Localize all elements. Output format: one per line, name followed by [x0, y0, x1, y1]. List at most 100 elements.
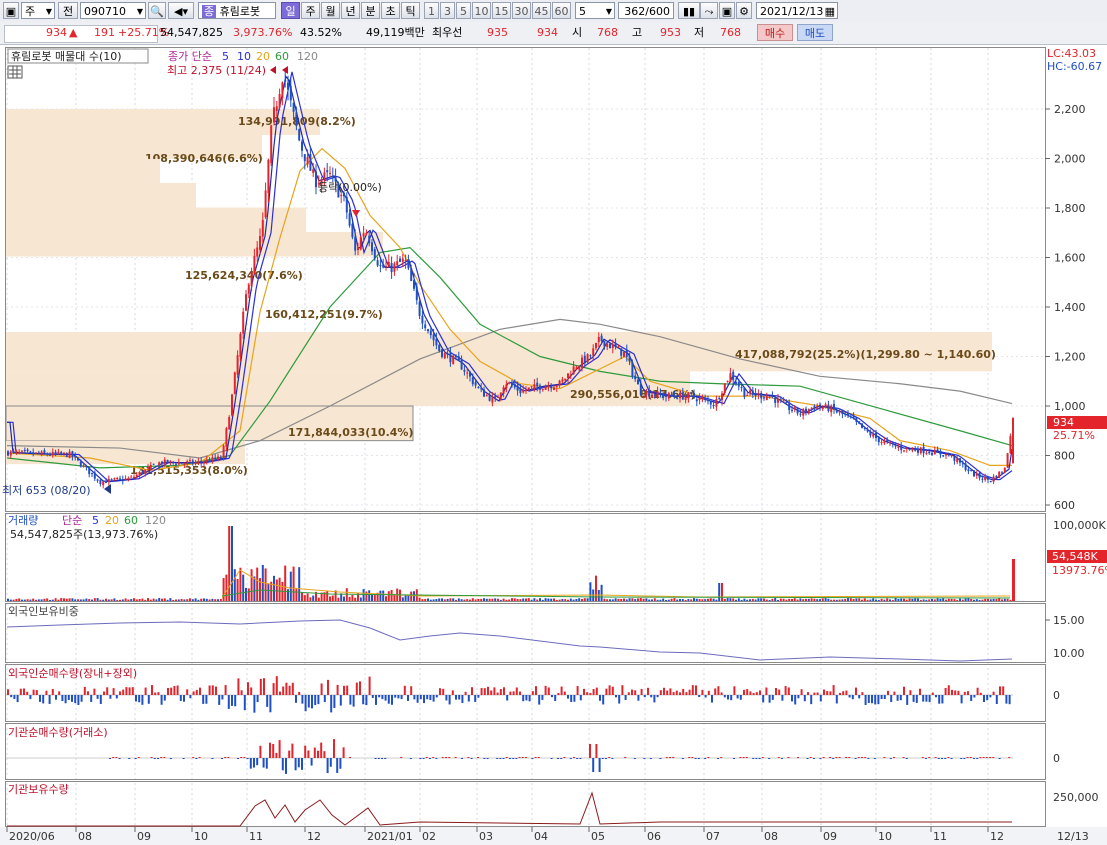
crosshair-icon[interactable]: ⤳	[700, 2, 718, 19]
calendar-icon[interactable]: ▦	[825, 3, 837, 20]
foreign-net-bar	[423, 695, 425, 704]
candle-body	[197, 460, 200, 462]
candle-body	[799, 413, 802, 415]
period-day[interactable]: 일	[281, 2, 300, 19]
interval-1[interactable]: 1	[424, 2, 439, 19]
foreign-net-bar	[973, 695, 976, 698]
interval-15[interactable]: 15	[492, 2, 511, 19]
interval-3[interactable]: 3	[440, 2, 455, 19]
volume-bar	[690, 599, 693, 601]
candle-type-icon[interactable]: ▮▮	[678, 2, 700, 19]
foreign-net-bar	[426, 695, 429, 700]
foreign-net-bar	[375, 695, 377, 705]
sell-button[interactable]: 매도	[797, 24, 833, 41]
volume-bar	[457, 598, 460, 601]
candle-body	[900, 445, 903, 450]
save-icon[interactable]: ▣	[719, 2, 735, 19]
foreign-net-bar	[93, 688, 96, 695]
foreign-net-bar	[608, 685, 611, 695]
volume-bar	[469, 599, 471, 601]
interval-10[interactable]: 10	[472, 2, 491, 19]
candle-body	[329, 173, 331, 175]
candle-body	[242, 311, 245, 334]
stock-name-badge[interactable]: 종 휴림로봇	[198, 2, 276, 19]
interval-60[interactable]: 60	[552, 2, 571, 19]
search-icon[interactable]: 🔍	[148, 2, 166, 19]
stock-code-input[interactable]: 090710 ▼	[80, 2, 146, 19]
inst-net-bar	[745, 757, 748, 758]
period-second[interactable]: 초	[381, 2, 400, 19]
market-select[interactable]: 주 ▼	[21, 2, 55, 19]
x-axis-label: 12	[990, 830, 1004, 843]
foreign-net-bar	[416, 695, 419, 703]
interval-45[interactable]: 45	[532, 2, 551, 19]
candle-body	[26, 449, 29, 451]
high-value: 953	[660, 26, 681, 39]
open-label: 시	[572, 26, 583, 39]
candle-body	[841, 409, 844, 415]
candle-body	[175, 463, 177, 465]
inst-net-bar	[150, 757, 153, 758]
period-minute[interactable]: 분	[361, 2, 380, 19]
x-axis-label: 05	[591, 830, 605, 843]
candle-body	[463, 369, 466, 372]
volume-bar	[760, 598, 763, 601]
x-axis-label: 2021/01	[367, 830, 413, 843]
date-input[interactable]: 2021/12/13 ▦	[756, 2, 838, 19]
volume-bar	[172, 599, 175, 601]
foreign-net-bar	[995, 695, 998, 704]
foreign-net-bar	[855, 687, 857, 695]
volume-bar	[911, 598, 914, 601]
inst-net-bar	[691, 757, 694, 758]
candle-body	[88, 467, 91, 475]
volume-bar	[919, 599, 922, 601]
foreign-net-bar	[186, 689, 189, 695]
foreign-net-bar	[752, 692, 755, 695]
volume-bar	[799, 598, 802, 601]
prev-button[interactable]: 전	[58, 2, 78, 19]
stock-chart[interactable]: 134,991,809(8.2%)108,390,646(6.6%)64,173…	[0, 45, 1107, 845]
count-input[interactable]: 362/600	[618, 2, 674, 19]
volume-bar	[656, 599, 659, 601]
candle-body	[547, 385, 550, 387]
foreign-net-bar	[947, 685, 950, 695]
volume-bar	[110, 599, 113, 601]
x-axis-label: 07	[706, 830, 720, 843]
period-tick[interactable]: 틱	[401, 2, 420, 19]
volume-bar	[567, 599, 569, 601]
candle-body	[642, 395, 645, 397]
speaker-icon[interactable]: ◀▾	[168, 2, 194, 19]
foreign-net-bar	[743, 689, 745, 695]
foreign-net-bar	[381, 695, 384, 700]
candle-body	[267, 159, 270, 193]
inst-net-bar	[349, 757, 351, 758]
volume-bar	[245, 587, 247, 601]
volume-bar	[432, 599, 435, 601]
inst-net-bar	[694, 758, 697, 759]
candle-body	[911, 448, 914, 451]
period-year[interactable]: 년	[341, 2, 360, 19]
interval-input[interactable]: 5 ▼	[575, 2, 615, 19]
candle-body	[292, 103, 295, 112]
interval-5[interactable]: 5	[456, 2, 471, 19]
foreign-net-bar	[387, 695, 390, 704]
volume-bar	[684, 599, 687, 601]
volume-bar	[536, 599, 539, 601]
interval-30[interactable]: 30	[512, 2, 531, 19]
inst-net-bar	[454, 757, 457, 758]
buy-button[interactable]: 매수	[757, 24, 793, 41]
layout-icon[interactable]: ▣	[3, 2, 19, 19]
change-value: 191	[94, 26, 115, 39]
foreign-net-bar	[979, 692, 982, 695]
candle-body	[23, 450, 26, 452]
volume-bar	[480, 598, 483, 601]
period-week[interactable]: 주	[301, 2, 320, 19]
volume-bar	[777, 599, 779, 601]
candle-body	[113, 478, 116, 480]
settings-icon[interactable]: ⚙	[736, 2, 752, 19]
table-icon[interactable]	[7, 65, 23, 79]
period-month[interactable]: 월	[321, 2, 340, 19]
inst-net-bar	[1008, 757, 1011, 758]
inst-net-bar	[313, 747, 316, 758]
volume-bar	[449, 598, 452, 601]
